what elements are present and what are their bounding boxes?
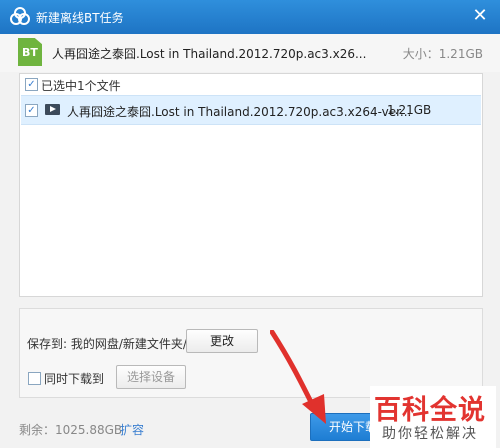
video-icon	[45, 104, 60, 115]
sync-download-label: 同时下载到	[44, 372, 105, 386]
file-row-name: 人再囧途之泰囧.Lost in Thailand.2012.720p.ac3.x…	[67, 105, 412, 119]
watermark-title: 百科全说	[374, 395, 486, 426]
selected-summary: 已选中1个文件	[41, 79, 121, 93]
sync-download-checkbox[interactable]	[28, 372, 41, 385]
torrent-header: BT 人再囧途之泰囧.Lost in Thailand.2012.720p.ac…	[0, 34, 500, 72]
cloud-logo-icon	[10, 7, 30, 25]
watermark: 百科全说 助你轻松解决	[370, 386, 496, 448]
save-location-panel: 保存到: 我的网盘/新建文件夹/ 更改 同时下载到 选择设备	[19, 308, 483, 398]
title-bar: 新建离线BT任务 ✕	[0, 0, 500, 34]
window-title: 新建离线BT任务	[36, 11, 124, 25]
file-list: ✓ 已选中1个文件 ✓ 人再囧途之泰囧.Lost in Thailand.201…	[19, 73, 483, 297]
bt-file-icon: BT	[18, 38, 42, 66]
file-row[interactable]: ✓ 人再囧途之泰囧.Lost in Thailand.2012.720p.ac3…	[21, 95, 481, 125]
select-device-button[interactable]: 选择设备	[116, 365, 186, 389]
torrent-size: 大小：1.21GB	[402, 47, 483, 61]
close-button[interactable]: ✕	[470, 5, 490, 27]
red-arrow-icon	[270, 330, 326, 424]
file-row-size: 1.21GB	[387, 103, 432, 117]
remaining-space: 剩余：1025.88GB	[19, 423, 123, 437]
torrent-name: 人再囧途之泰囧.Lost in Thailand.2012.720p.ac3.x…	[52, 47, 367, 61]
select-all-checkbox[interactable]: ✓	[25, 78, 38, 91]
expand-link[interactable]: 扩容	[120, 421, 144, 438]
change-button[interactable]: 更改	[186, 329, 258, 353]
save-path-label: 保存到: 我的网盘/新建文件夹/	[27, 337, 187, 351]
file-checkbox[interactable]: ✓	[25, 104, 38, 117]
watermark-subtitle: 助你轻松解决	[382, 426, 478, 442]
select-all-row[interactable]: ✓ 已选中1个文件	[20, 74, 482, 95]
